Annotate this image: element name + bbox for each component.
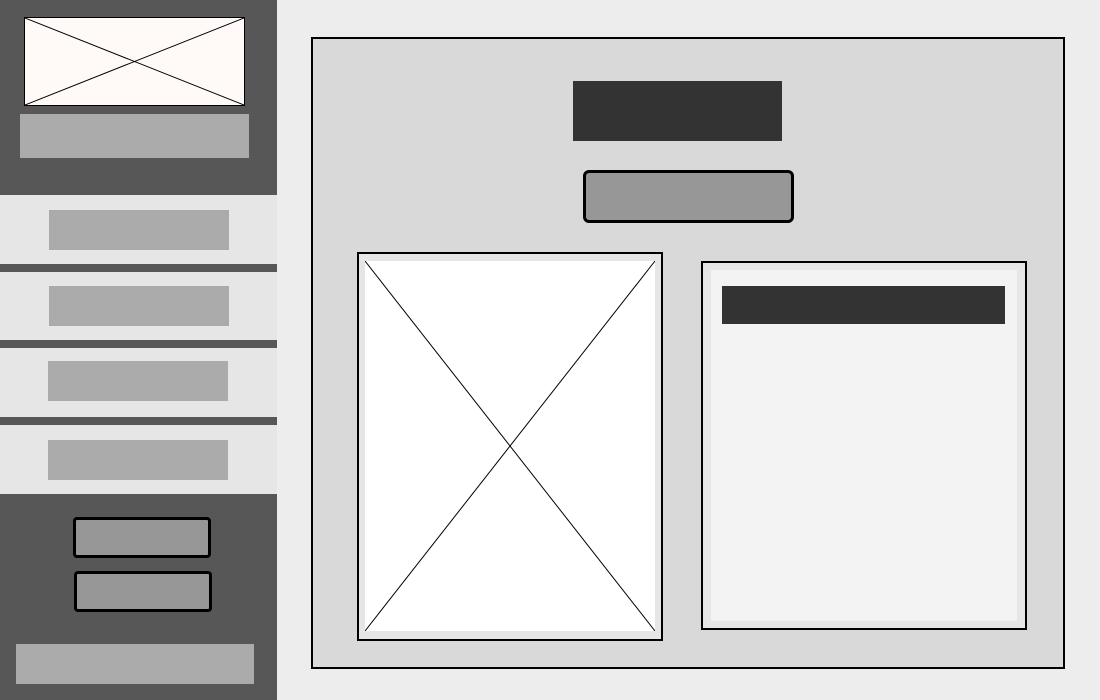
sidebar-nav-label-placeholder	[48, 440, 228, 480]
sidebar-button-1[interactable]	[73, 517, 211, 558]
sidebar-title-placeholder	[20, 114, 249, 158]
sidebar-nav-label-placeholder	[49, 210, 229, 250]
sidebar-nav-item-3[interactable]	[0, 348, 277, 417]
image-placeholder-icon	[365, 261, 655, 631]
details-content-area	[711, 270, 1017, 621]
sidebar-nav-item-4[interactable]	[0, 425, 277, 494]
image-placeholder	[365, 261, 655, 631]
details-panel	[701, 261, 1027, 630]
main-action-button[interactable]	[583, 170, 794, 223]
image-panel	[357, 252, 663, 641]
image-placeholder-icon	[25, 18, 244, 105]
details-title-placeholder	[722, 286, 1005, 324]
sidebar-footer-placeholder	[16, 644, 254, 684]
main-heading-placeholder	[573, 81, 782, 141]
sidebar-nav-item-2[interactable]	[0, 272, 277, 340]
logo-image-placeholder	[24, 17, 245, 106]
sidebar-button-2[interactable]	[74, 571, 212, 612]
sidebar	[0, 0, 277, 700]
sidebar-nav-label-placeholder	[48, 361, 228, 401]
sidebar-nav-item-1[interactable]	[0, 195, 277, 264]
app-root: { "colors": { "page_background": "#edede…	[0, 0, 1100, 700]
sidebar-nav-label-placeholder	[49, 286, 229, 326]
